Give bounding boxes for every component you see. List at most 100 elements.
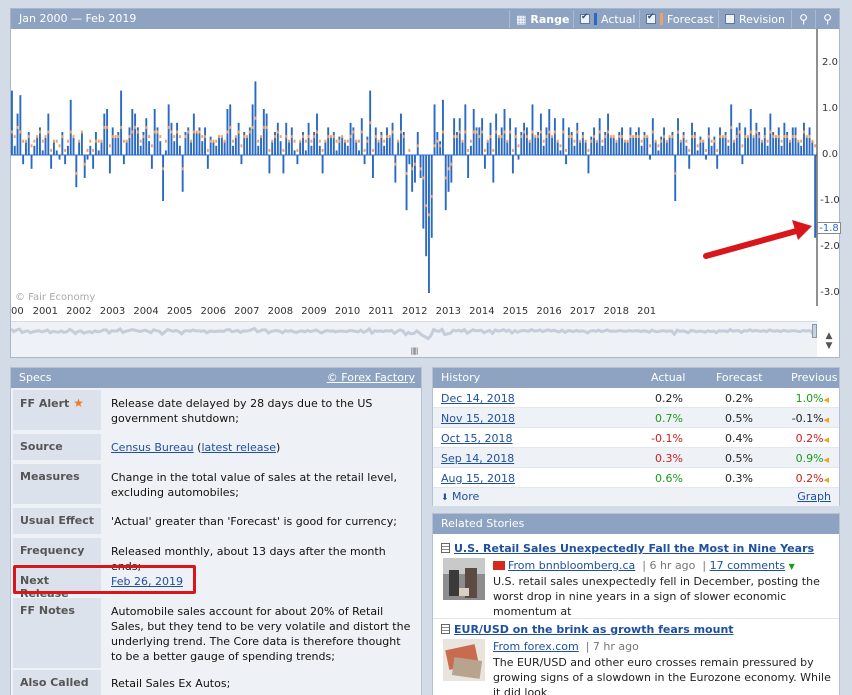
forecast-marker: [386, 135, 388, 139]
actual-bar: [419, 155, 422, 178]
story-title-link[interactable]: EUR/USD on the brink as growth fears mou…: [441, 623, 734, 636]
actual-bar: [162, 155, 165, 201]
actual-bar: [377, 141, 380, 155]
scroll-up-icon[interactable]: ▲: [819, 331, 839, 341]
comments-dropdown-icon[interactable]: ▼: [789, 562, 795, 571]
actual-bar: [517, 155, 520, 160]
actual-bar: [665, 141, 668, 155]
forecast-marker: [41, 139, 44, 143]
forecast-marker: [425, 204, 428, 208]
history-forecast: 0.5%: [725, 412, 753, 425]
forecast-marker: [276, 130, 279, 134]
x-tick-label: 2017: [569, 306, 596, 317]
actual-bar: [150, 155, 153, 169]
history-panel: History Actual Forecast Previous Dec 14,…: [432, 367, 840, 506]
forecast-marker: [805, 135, 808, 139]
census-bureau-link[interactable]: Census Bureau: [111, 441, 194, 454]
story-summary: The EUR/USD and other euro crosses remai…: [493, 656, 831, 695]
actual-bar: [30, 155, 33, 169]
revision-checkbox[interactable]: [725, 14, 735, 24]
forecast-marker: [735, 135, 738, 139]
story-source-link[interactable]: From forex.com: [493, 640, 579, 653]
forecast-marker: [733, 139, 735, 143]
actual-bar: [621, 127, 623, 155]
story-comments-link[interactable]: 17 comments: [710, 559, 786, 572]
actual-bar: [360, 118, 363, 155]
navigator-drag-handle[interactable]: |||||: [406, 347, 422, 355]
story-source-link[interactable]: From bnnbloomberg.ca: [508, 559, 635, 572]
y-axis: 2.0 1.0 0.0 -1.0 -2.0 -3.0: [819, 29, 841, 319]
navigator-scroll-arrows[interactable]: ▲ ▼: [819, 321, 839, 357]
navigator-line: [11, 326, 816, 341]
actual-bar: [164, 150, 167, 155]
actual-bar: [167, 104, 170, 155]
forecast-marker: [24, 139, 27, 143]
actual-bar: [204, 127, 206, 155]
forecast-marker: [721, 135, 724, 139]
forecast-marker: [724, 135, 727, 139]
actual-bar: [55, 150, 58, 155]
range-navigator[interactable]: |||||: [11, 321, 817, 357]
range-button[interactable]: ▦ Range: [509, 10, 575, 28]
forecast-marker: [791, 135, 794, 139]
forex-factory-link[interactable]: © Forex Factory: [327, 371, 415, 384]
forecast-toggle[interactable]: Forecast: [639, 10, 720, 28]
history-date-link[interactable]: Nov 15, 2018: [441, 412, 515, 425]
forecast-marker: [150, 144, 153, 148]
graph-link[interactable]: Graph: [797, 490, 831, 503]
more-label[interactable]: More: [452, 490, 479, 503]
actual-bar: [181, 155, 184, 192]
history-date-link[interactable]: Oct 15, 2018: [441, 432, 513, 445]
actual-bar: [232, 145, 234, 155]
spec-value: 'Actual' greater than 'Forecast' is good…: [111, 515, 397, 528]
actual-toggle[interactable]: Actual: [573, 10, 641, 28]
actual-checkbox[interactable]: [580, 12, 590, 24]
actual-bar: [436, 132, 439, 155]
forecast-marker: [324, 139, 327, 143]
story-title-text[interactable]: U.S. Retail Sales Unexpectedly Fall the …: [454, 542, 814, 555]
forecast-marker: [223, 139, 226, 143]
actual-bar: [394, 155, 397, 183]
forecast-marker: [304, 139, 307, 143]
revision-toggle[interactable]: Revision: [718, 10, 791, 28]
forecast-marker: [581, 135, 584, 139]
scroll-down-icon[interactable]: ▼: [819, 341, 839, 351]
navigator-right-grip[interactable]: [812, 324, 817, 338]
actual-bar: [702, 141, 705, 155]
actual-bar: [327, 127, 330, 155]
history-actual: -0.1%: [651, 432, 683, 445]
forecast-marker: [69, 130, 72, 134]
forecast-marker: [699, 139, 702, 143]
history-title: History: [441, 371, 481, 384]
current-value-label: -1.8: [817, 222, 841, 234]
forecast-marker: [195, 130, 198, 134]
forecast-marker: [612, 135, 615, 139]
x-tick-label: 2014: [469, 306, 495, 317]
story-title-link[interactable]: U.S. Retail Sales Unexpectedly Fall the …: [441, 542, 814, 555]
forecast-marker: [444, 176, 447, 180]
forecast-marker: [316, 130, 318, 134]
actual-bar: [296, 155, 299, 165]
forecast-marker: [142, 135, 145, 139]
zoom-in-button[interactable]: ⚲: [791, 10, 815, 28]
forecast-marker: [414, 162, 416, 166]
forecast-marker: [299, 139, 302, 143]
actual-bar: [534, 136, 537, 155]
history-date-link[interactable]: Aug 15, 2018: [441, 472, 515, 485]
more-link[interactable]: ⬇ More: [441, 490, 479, 503]
forecast-marker: [525, 135, 528, 139]
history-date-link[interactable]: Dec 14, 2018: [441, 392, 515, 405]
history-date-link[interactable]: Sep 14, 2018: [441, 452, 514, 465]
forecast-marker: [730, 125, 733, 129]
forecast-marker: [332, 135, 335, 139]
zoom-out-button[interactable]: ⚲: [815, 10, 839, 28]
latest-release-link[interactable]: latest release: [201, 441, 276, 454]
forecast-checkbox[interactable]: [646, 12, 656, 24]
history-actual: 0.3%: [655, 452, 683, 465]
actual-bar: [685, 145, 688, 155]
x-tick-label: 2010: [334, 306, 361, 317]
forecast-marker: [738, 130, 741, 134]
forecast-marker: [83, 162, 86, 166]
actual-bar: [525, 127, 528, 155]
story-title-text[interactable]: EUR/USD on the brink as growth fears mou…: [454, 623, 734, 636]
